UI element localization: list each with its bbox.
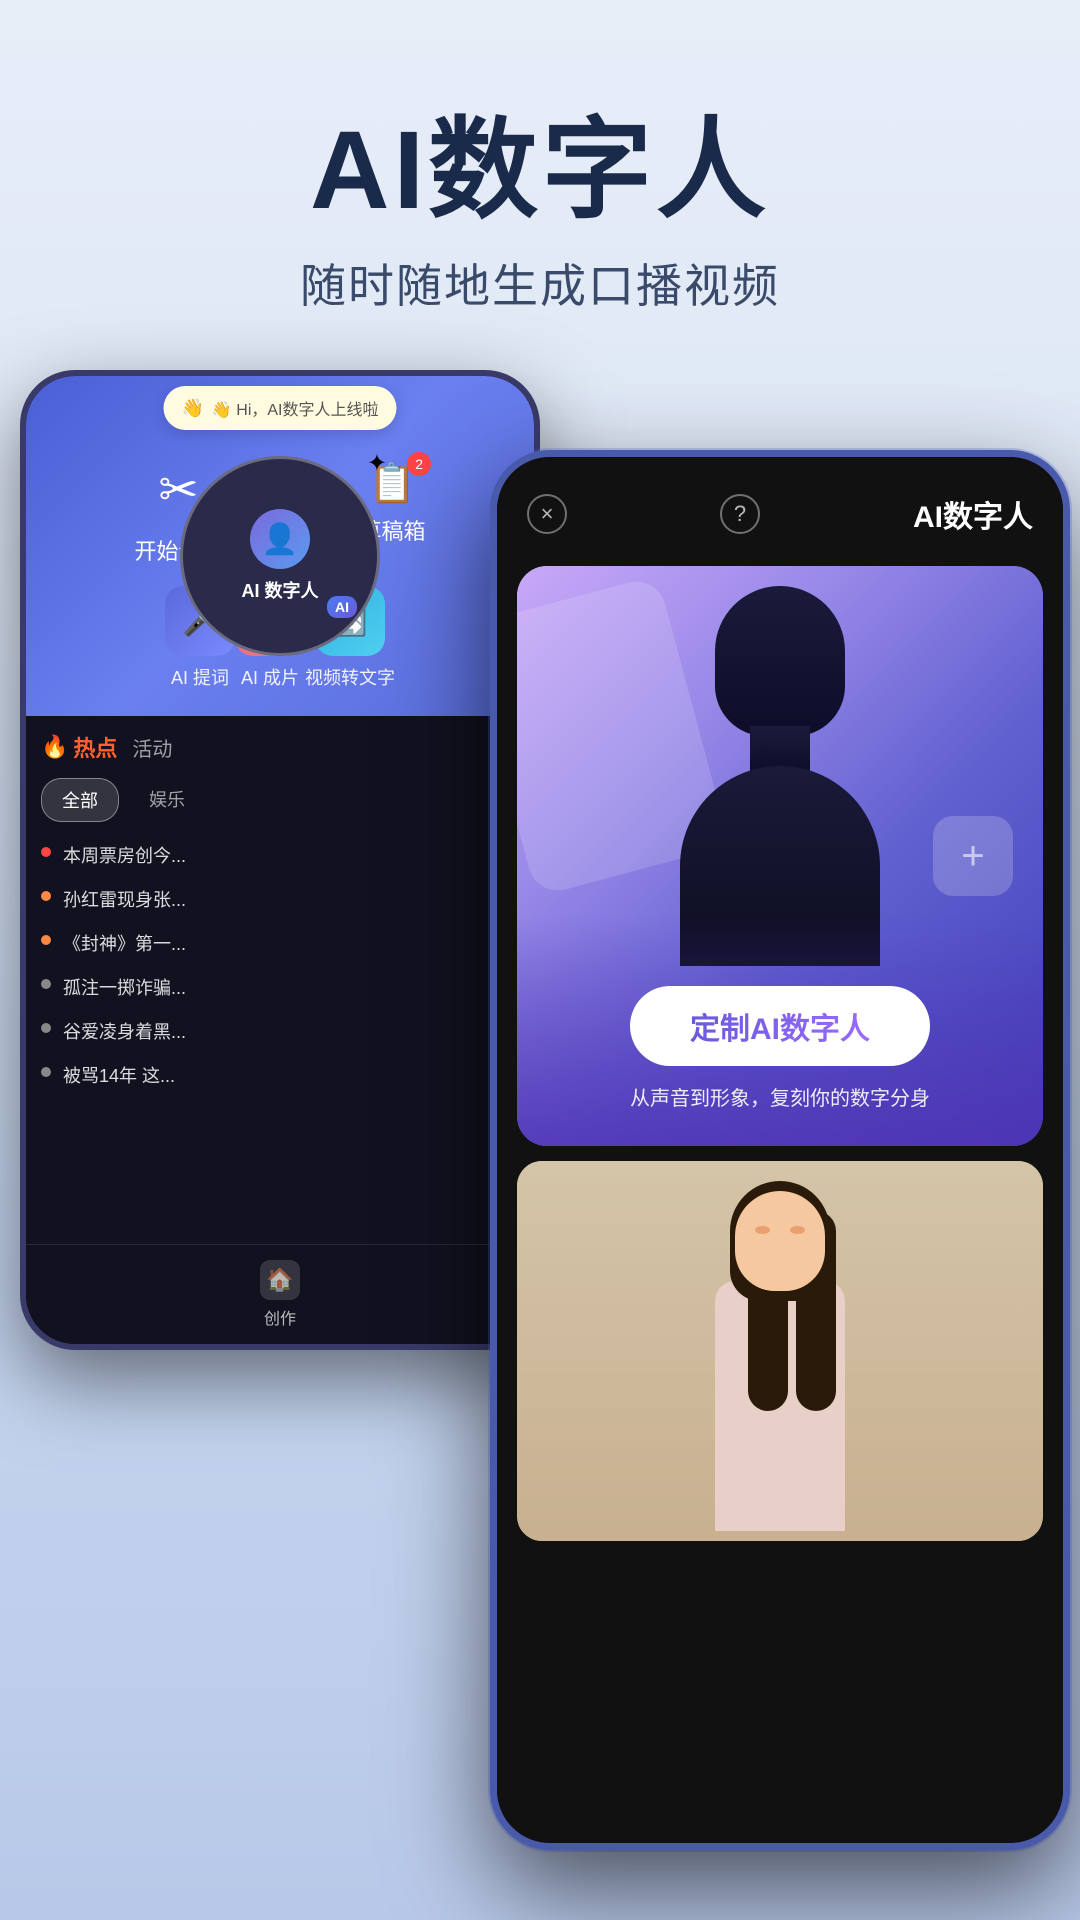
cheek-right (790, 1226, 805, 1234)
news-list: 本周票房创今... 孙红雷现身张... 《封神》第一... 孤注一掷诈骗... (41, 842, 519, 1088)
news-item-3[interactable]: 《封神》第一... (41, 930, 519, 956)
circle-menu-label: AI 数字人 (241, 577, 318, 603)
filter-pills: 全部 娱乐 (41, 778, 519, 822)
person-card[interactable] (517, 1161, 1043, 1541)
news-text-6: 被骂14年 这... (63, 1062, 175, 1088)
home-icon: 🏠 (260, 1260, 300, 1300)
tool-teleprompter-label: AI 提词 (171, 664, 229, 690)
notification-bar: 👋 👋 Hi，AI数字人上线啦 (163, 386, 396, 430)
pill-all-label: 全部 (62, 791, 98, 811)
header-section: AI数字人 随时随地生成口播视频 (0, 0, 1080, 316)
customize-button[interactable]: 定制AI数字人 (630, 986, 930, 1066)
draft-badge: 2 (407, 452, 431, 476)
notification-text: 👋 Hi，AI数字人上线啦 (212, 396, 379, 420)
close-icon: × (541, 501, 554, 527)
woman-head (735, 1191, 825, 1291)
content-tabs: 🔥 热点 活动 (41, 731, 519, 763)
plus-button[interactable]: + (933, 816, 1013, 896)
ai-human-icon: 👤 (250, 509, 310, 569)
silhouette-head (715, 586, 845, 736)
news-text-4: 孤注一掷诈骗... (63, 974, 186, 1000)
tool-video-text-label: 视频转文字 (305, 664, 395, 690)
woman-figure (680, 1191, 880, 1541)
news-text-2: 孙红雷现身张... (63, 886, 186, 912)
activity-label: 活动 (132, 739, 172, 761)
bottom-navigation: 🏠 创作 (26, 1244, 534, 1344)
pill-entertainment-label: 娱乐 (149, 790, 185, 810)
sparkle-icon: ✦ (367, 449, 387, 478)
dot-6 (41, 1067, 51, 1077)
news-item-1[interactable]: 本周票房创今... (41, 842, 519, 868)
front-phone-header: × ? AI数字人 (497, 457, 1063, 556)
hot-label: 热点 (73, 731, 117, 763)
dot-4 (41, 979, 51, 989)
main-title: AI数字人 (0, 80, 1080, 240)
back-phone: 👋 👋 Hi，AI数字人上线啦 ✂ 开始创作 ✦ 👤 (20, 370, 540, 1350)
close-button[interactable]: × (527, 494, 567, 534)
dot-1 (41, 847, 51, 857)
customize-subtitle: 从声音到形象，复刻你的数字分身 (630, 1082, 930, 1111)
ai-badge: AI (327, 596, 357, 618)
news-item-2[interactable]: 孙红雷现身张... (41, 886, 519, 912)
back-phone-topbar: 👋 👋 Hi，AI数字人上线啦 ✂ 开始创作 ✦ 👤 (26, 376, 534, 716)
front-phone: × ? AI数字人 (490, 450, 1070, 1850)
news-item-6[interactable]: 被骂14年 这... (41, 1062, 519, 1088)
tab-hot[interactable]: 🔥 热点 (41, 731, 117, 763)
digital-human-card[interactable]: + 定制AI数字人 从声音到形象，复刻你的数字分身 (517, 566, 1043, 1146)
news-text-1: 本周票房创今... (63, 842, 186, 868)
ai-digital-human-circle[interactable]: ✦ 👤 AI AI 数字人 (180, 456, 380, 656)
dot-3 (41, 935, 51, 945)
pill-entertainment[interactable]: 娱乐 (129, 778, 205, 822)
dot-5 (41, 1023, 51, 1033)
wave-icon: 👋 (181, 398, 203, 419)
tool-film-label: AI 成片 (241, 664, 299, 690)
news-item-5[interactable]: 谷爱凌身着黑... (41, 1018, 519, 1044)
sub-title: 随时随地生成口播视频 (0, 250, 1080, 316)
plus-icon: + (961, 834, 984, 879)
customize-btn-text: 定制AI数字人 (690, 1013, 870, 1046)
tab-activity[interactable]: 活动 (132, 733, 172, 762)
dot-2 (41, 891, 51, 901)
front-phone-title: AI数字人 (913, 492, 1033, 536)
news-text-3: 《封神》第一... (63, 930, 186, 956)
phones-container: 👋 👋 Hi，AI数字人上线啦 ✂ 开始创作 ✦ 👤 (0, 340, 1080, 1920)
fire-icon: 🔥 (41, 734, 68, 760)
news-item-4[interactable]: 孤注一掷诈骗... (41, 974, 519, 1000)
help-icon: ? (734, 501, 746, 527)
help-button[interactable]: ? (720, 494, 760, 534)
human-silhouette (640, 586, 920, 966)
cheek-left (755, 1226, 770, 1234)
nav-create[interactable]: 🏠 创作 (260, 1260, 300, 1329)
nav-create-label: 创作 (264, 1305, 296, 1329)
news-text-5: 谷爱凌身着黑... (63, 1018, 186, 1044)
pill-all[interactable]: 全部 (41, 778, 119, 822)
